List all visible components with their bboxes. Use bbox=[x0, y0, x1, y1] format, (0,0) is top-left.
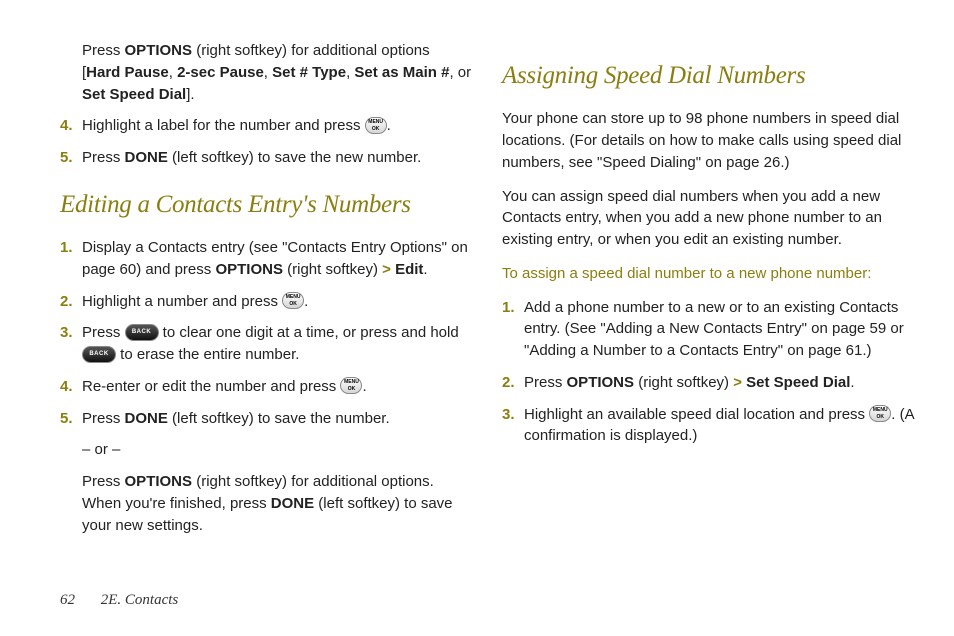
page-footer: 62 2E. Contacts bbox=[60, 590, 178, 612]
subheading: To assign a speed dial number to a new p… bbox=[502, 263, 914, 285]
edit-step-2: 2.Highlight a number and press MENUOK. bbox=[60, 291, 472, 313]
page-number: 62 bbox=[60, 592, 75, 608]
assign-step-2: 2.Press OPTIONS (right softkey) > Set Sp… bbox=[502, 372, 914, 394]
ok-key-icon: MENUOK bbox=[365, 117, 387, 134]
ok-key-icon: MENUOK bbox=[869, 405, 891, 422]
or-separator: – or – bbox=[60, 439, 472, 461]
ok-key-icon: MENUOK bbox=[340, 377, 362, 394]
paragraph-2: You can assign speed dial numbers when y… bbox=[502, 186, 914, 251]
left-column: Press OPTIONS (right softkey) for additi… bbox=[60, 40, 472, 546]
paragraph-1: Your phone can store up to 98 phone numb… bbox=[502, 108, 914, 173]
step-4: 4.Highlight a label for the number and p… bbox=[60, 115, 472, 137]
section-label: 2E. Contacts bbox=[101, 592, 179, 608]
edit-step-3: 3.Press BACK to clear one digit at a tim… bbox=[60, 322, 472, 366]
edit-step-5: 5.Press DONE (left softkey) to save the … bbox=[60, 408, 472, 430]
assign-step-1: 1.Add a phone number to a new or to an e… bbox=[502, 297, 914, 362]
right-column: Assigning Speed Dial Numbers Your phone … bbox=[502, 40, 914, 546]
heading-editing: Editing a Contacts Entry's Numbers bbox=[60, 187, 472, 223]
step-5: 5.Press DONE (left softkey) to save the … bbox=[60, 147, 472, 169]
back-key-icon: BACK bbox=[82, 346, 116, 363]
edit-step-4: 4.Re-enter or edit the number and press … bbox=[60, 376, 472, 398]
edit-step-1: 1.Display a Contacts entry (see "Contact… bbox=[60, 237, 472, 281]
back-key-icon: BACK bbox=[125, 324, 159, 341]
options-intro: Press OPTIONS (right softkey) for additi… bbox=[60, 40, 472, 105]
heading-assigning: Assigning Speed Dial Numbers bbox=[502, 58, 914, 94]
assign-step-3: 3.Highlight an available speed dial loca… bbox=[502, 404, 914, 448]
ok-key-icon: MENUOK bbox=[282, 292, 304, 309]
edit-step-5-alt: Press OPTIONS (right softkey) for additi… bbox=[60, 471, 472, 536]
